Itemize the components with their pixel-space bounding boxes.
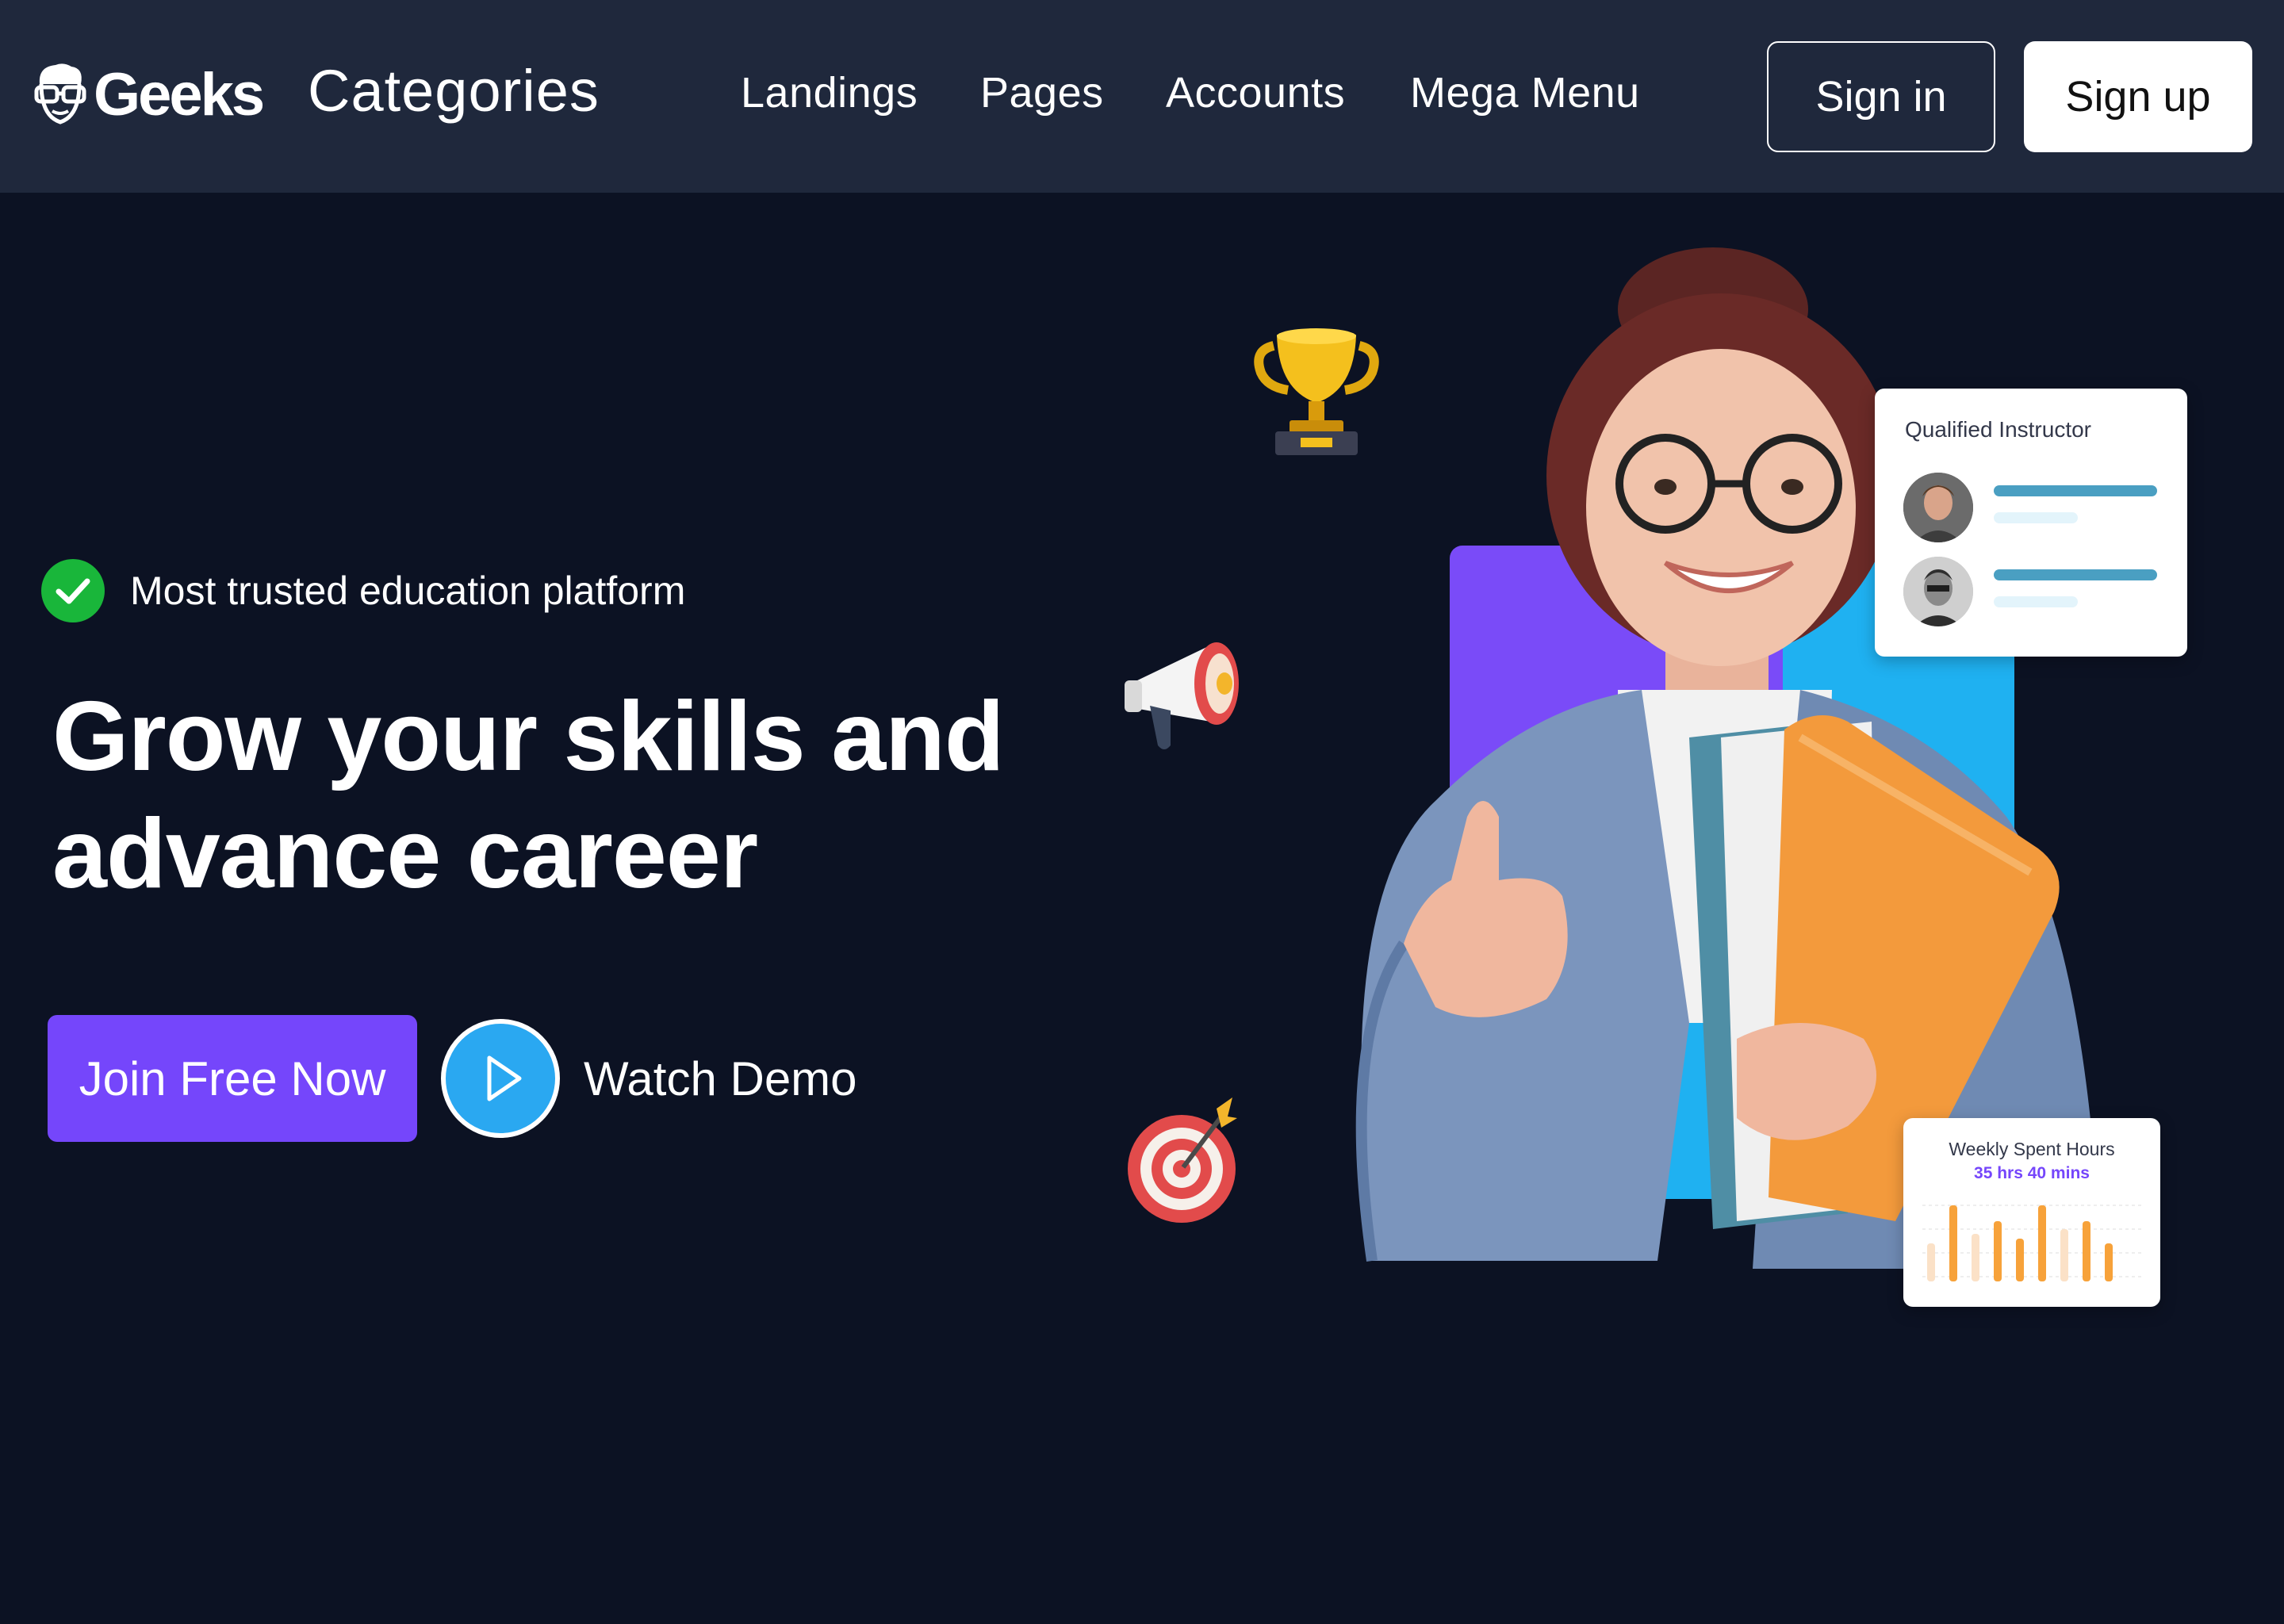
avatar bbox=[1903, 473, 1973, 542]
brand-logo[interactable]: Geeks bbox=[32, 59, 265, 130]
watch-demo-button[interactable]: Watch Demo bbox=[441, 1017, 857, 1139]
headline-line-1: Grow your skills and bbox=[52, 682, 1005, 791]
trust-badge: Most trusted education platform bbox=[41, 559, 685, 622]
check-icon bbox=[41, 559, 105, 622]
nav-landings[interactable]: Landings bbox=[741, 68, 918, 117]
hero-headline: Grow your skills and advance career bbox=[52, 678, 1083, 913]
weekly-hours-card: Weekly Spent Hours 35 hrs 40 mins bbox=[1903, 1118, 2160, 1307]
avatar bbox=[1903, 557, 1973, 626]
join-free-button[interactable]: Join Free Now bbox=[48, 1015, 417, 1142]
weekly-hours-value: 35 hrs 40 mins bbox=[1974, 1164, 2090, 1182]
instructor-line-primary bbox=[1994, 485, 2157, 496]
nav-pages[interactable]: Pages bbox=[980, 68, 1104, 117]
weekly-hours-title: Weekly Spent Hours bbox=[1949, 1139, 2115, 1159]
geek-logo-icon bbox=[34, 63, 86, 124]
play-icon[interactable] bbox=[441, 1019, 560, 1138]
instructor-line-secondary bbox=[1994, 596, 2078, 607]
weekly-hours-mini-chart bbox=[1922, 1205, 2144, 1281]
headline-line-2: advance career bbox=[52, 799, 758, 909]
instructor-card-title: Qualified Instructor bbox=[1905, 417, 2091, 442]
nav-mega-menu[interactable]: Mega Menu bbox=[1410, 68, 1640, 117]
nav-categories[interactable]: Categories bbox=[308, 57, 600, 124]
navbar: Geeks Categories Landings Pages Accounts… bbox=[0, 0, 2284, 193]
sign-up-button[interactable]: Sign up bbox=[2024, 41, 2252, 152]
instructor-card: Qualified Instructor bbox=[1875, 389, 2187, 657]
instructor-line-primary bbox=[1994, 569, 2157, 580]
megaphone-icon bbox=[1125, 642, 1239, 749]
trust-text: Most trusted education platform bbox=[130, 569, 686, 613]
instructor-line-secondary bbox=[1994, 512, 2078, 523]
sign-in-button[interactable]: Sign in bbox=[1767, 41, 1995, 152]
target-icon bbox=[1128, 1097, 1237, 1223]
nav-accounts[interactable]: Accounts bbox=[1166, 68, 1345, 117]
brand-name: Geeks bbox=[94, 60, 265, 128]
watch-demo-label: Watch Demo bbox=[584, 1051, 857, 1105]
